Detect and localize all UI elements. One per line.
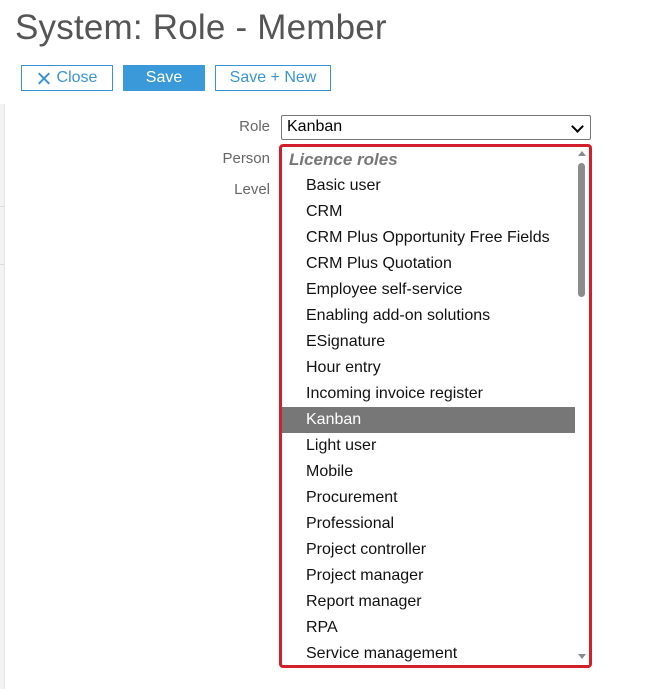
save-new-button-label: Save + New [229, 69, 317, 86]
dropdown-option[interactable]: Procurement [282, 485, 575, 511]
close-button[interactable]: Close [21, 65, 113, 91]
dropdown-scrollbar[interactable] [575, 147, 589, 665]
page-title: System: Role - Member [15, 8, 387, 47]
dropdown-option[interactable]: Incoming invoice register [282, 381, 575, 407]
dropdown-option[interactable]: CRM [282, 199, 575, 225]
dropdown-option[interactable]: CRM Plus Opportunity Free Fields [282, 225, 575, 251]
role-label: Role [239, 118, 270, 135]
dropdown-option[interactable]: ESignature [282, 329, 575, 355]
save-button-label: Save [145, 69, 183, 86]
dropdown-option[interactable]: Employee self-service [282, 277, 575, 303]
scroll-up-arrow-icon[interactable] [578, 151, 586, 156]
dropdown-option[interactable]: RPA [282, 615, 575, 641]
person-label: Person [222, 150, 270, 167]
level-label: Level [234, 181, 270, 198]
close-button-label: Close [56, 69, 98, 86]
scrollbar-thumb[interactable] [578, 163, 585, 297]
dropdown-option[interactable]: Hour entry [282, 355, 575, 381]
page: System: Role - Member Close Save Save + … [0, 0, 649, 689]
dropdown-option-selected[interactable]: Kanban [282, 407, 575, 433]
dropdown-options: Licence roles Basic user CRM CRM Plus Oppo… [282, 147, 575, 665]
dropdown-option[interactable]: Project controller [282, 537, 575, 563]
role-select[interactable]: Kanban [281, 115, 591, 140]
option-group-licence-roles: Licence roles [289, 150, 398, 169]
dropdown-option[interactable]: CRM Plus Quotation [282, 251, 575, 277]
chevron-down-icon [571, 120, 584, 133]
dropdown-option[interactable]: Basic user [282, 173, 575, 199]
dropdown-option[interactable]: Project manager [282, 563, 575, 589]
close-icon [37, 72, 50, 85]
dropdown-option[interactable]: Light user [282, 433, 575, 459]
save-button[interactable]: Save [123, 65, 205, 91]
role-select-value: Kanban [287, 118, 343, 135]
role-dropdown-list[interactable]: Licence roles Basic user CRM CRM Plus Oppo… [279, 144, 592, 668]
toolbar: Close Save Save + New [21, 65, 331, 91]
dropdown-option[interactable]: Mobile [282, 459, 575, 485]
dropdown-option[interactable]: Service management [282, 641, 575, 665]
left-edge-divider [0, 206, 4, 207]
dropdown-option[interactable]: Professional [282, 511, 575, 537]
save-new-button[interactable]: Save + New [215, 65, 331, 91]
left-edge-panel [0, 104, 5, 689]
dropdown-option[interactable]: Enabling add-on solutions [282, 303, 575, 329]
left-edge-divider [0, 264, 4, 265]
scroll-down-arrow-icon[interactable] [578, 654, 586, 659]
dropdown-option[interactable]: Report manager [282, 589, 575, 615]
